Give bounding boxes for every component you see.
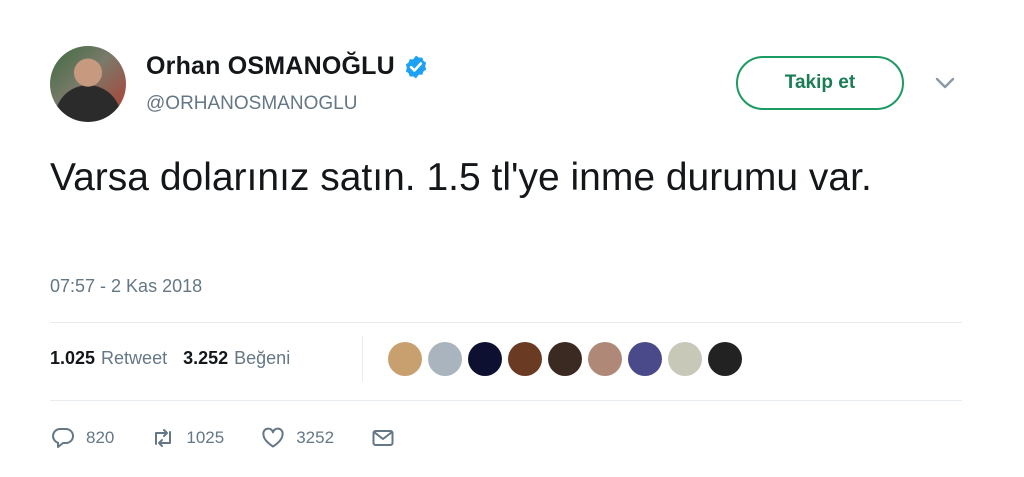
tweet-timestamp[interactable]: 07:57 - 2 Kas 2018 <box>50 276 202 297</box>
follow-button[interactable]: Takip et <box>736 56 904 110</box>
retweet-stat-label[interactable]: Retweet <box>101 348 167 369</box>
chevron-down-icon[interactable] <box>934 76 956 90</box>
reply-button[interactable]: 820 <box>50 426 114 450</box>
retweet-button[interactable]: 1025 <box>150 426 224 450</box>
like-button[interactable]: 3252 <box>260 426 334 450</box>
like-icon <box>262 427 284 448</box>
message-icon <box>372 430 394 446</box>
stats-separator <box>362 336 363 382</box>
name-row: Orhan OSMANOĞLU <box>146 52 429 81</box>
liker-avatar[interactable] <box>468 342 502 376</box>
engagement-stats: 1.025 Retweet 3.252 Beğeni <box>50 348 306 369</box>
liker-avatar[interactable] <box>428 342 462 376</box>
tweet-text: Varsa dolarınız satın. 1.5 tl'ye inme du… <box>50 156 872 199</box>
liker-avatar[interactable] <box>588 342 622 376</box>
retweet-stat-count[interactable]: 1.025 <box>50 348 95 369</box>
display-name[interactable]: Orhan OSMANOĞLU <box>146 52 395 81</box>
action-bar: 820 1025 3252 <box>50 426 432 450</box>
divider-top <box>50 322 962 323</box>
liker-avatar[interactable] <box>668 342 702 376</box>
like-stat-count[interactable]: 3.252 <box>183 348 228 369</box>
liker-avatar[interactable] <box>708 342 742 376</box>
direct-message-button[interactable] <box>370 426 396 450</box>
user-handle[interactable]: @ORHANOSMANOGLU <box>146 93 357 115</box>
retweet-count: 1025 <box>186 428 225 447</box>
liker-avatars <box>388 342 748 376</box>
like-count: 3252 <box>296 428 335 447</box>
liker-avatar[interactable] <box>628 342 662 376</box>
avatar[interactable] <box>50 46 126 122</box>
retweet-icon <box>155 429 172 447</box>
like-stat-label[interactable]: Beğeni <box>234 348 290 369</box>
liker-avatar[interactable] <box>548 342 582 376</box>
liker-avatar[interactable] <box>508 342 542 376</box>
reply-icon <box>52 428 74 448</box>
divider-bottom <box>50 400 962 401</box>
verified-icon <box>405 55 427 78</box>
liker-avatar[interactable] <box>388 342 422 376</box>
reply-count: 820 <box>86 428 115 447</box>
